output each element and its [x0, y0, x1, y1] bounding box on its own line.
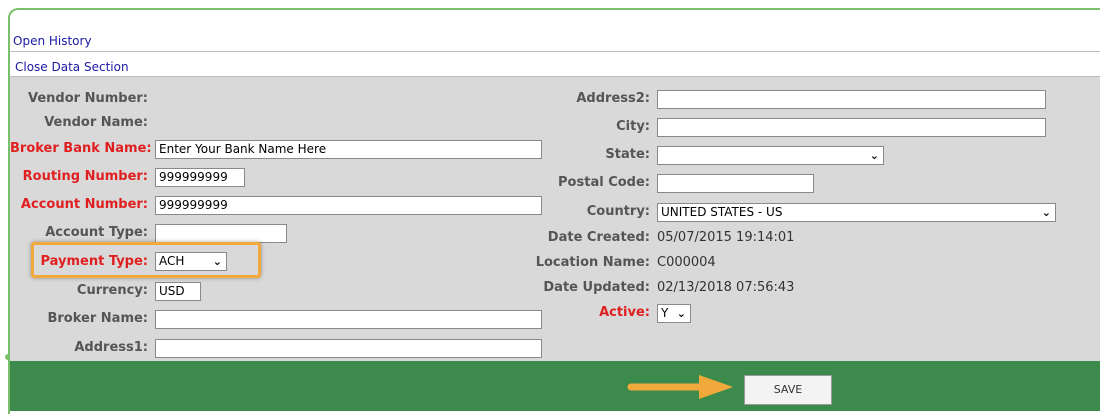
form-footer — [10, 361, 1100, 411]
country-select[interactable]: UNITED STATES - US ⌄ — [657, 203, 1056, 222]
country-label: Country: — [586, 204, 650, 219]
open-history-bar: Open History — [10, 28, 1100, 52]
save-button[interactable]: SAVE — [744, 375, 832, 405]
close-data-section-link[interactable]: Close Data Section — [15, 60, 129, 74]
close-data-section-bar: Close Data Section — [10, 52, 1100, 77]
city-input[interactable] — [657, 118, 1046, 137]
address2-label: Address2: — [576, 91, 650, 106]
chevron-down-icon: ⌄ — [869, 149, 879, 162]
active-selected: Y — [661, 306, 669, 320]
chevron-down-icon: ⌄ — [1041, 206, 1051, 219]
state-select[interactable]: ⌄ — [657, 146, 884, 165]
date-created-value: 05/07/2015 19:14:01 — [657, 230, 795, 245]
date-updated-label: Date Updated: — [543, 280, 650, 295]
open-history-link[interactable]: Open History — [13, 34, 92, 48]
date-updated-value: 02/13/2018 07:56:43 — [657, 280, 795, 295]
address2-input[interactable] — [657, 90, 1046, 109]
chevron-down-icon: ⌄ — [676, 307, 686, 320]
postal-code-input[interactable] — [657, 174, 814, 193]
payment-type-highlight — [31, 242, 261, 278]
country-selected: UNITED STATES - US — [661, 205, 783, 219]
arrow-right-icon — [627, 375, 733, 399]
active-label: Active: — [599, 305, 650, 320]
city-label: City: — [616, 119, 650, 134]
active-select[interactable]: Y ⌄ — [657, 304, 691, 323]
address1-label: Address1: — [74, 340, 148, 355]
state-label: State: — [605, 147, 650, 162]
location-name-value: C000004 — [657, 255, 716, 270]
postal-code-label: Postal Code: — [558, 175, 650, 190]
data-section-panel: Vendor Number: Vendor Name: Broker Bank … — [10, 77, 1100, 361]
address1-input[interactable] — [155, 339, 542, 358]
